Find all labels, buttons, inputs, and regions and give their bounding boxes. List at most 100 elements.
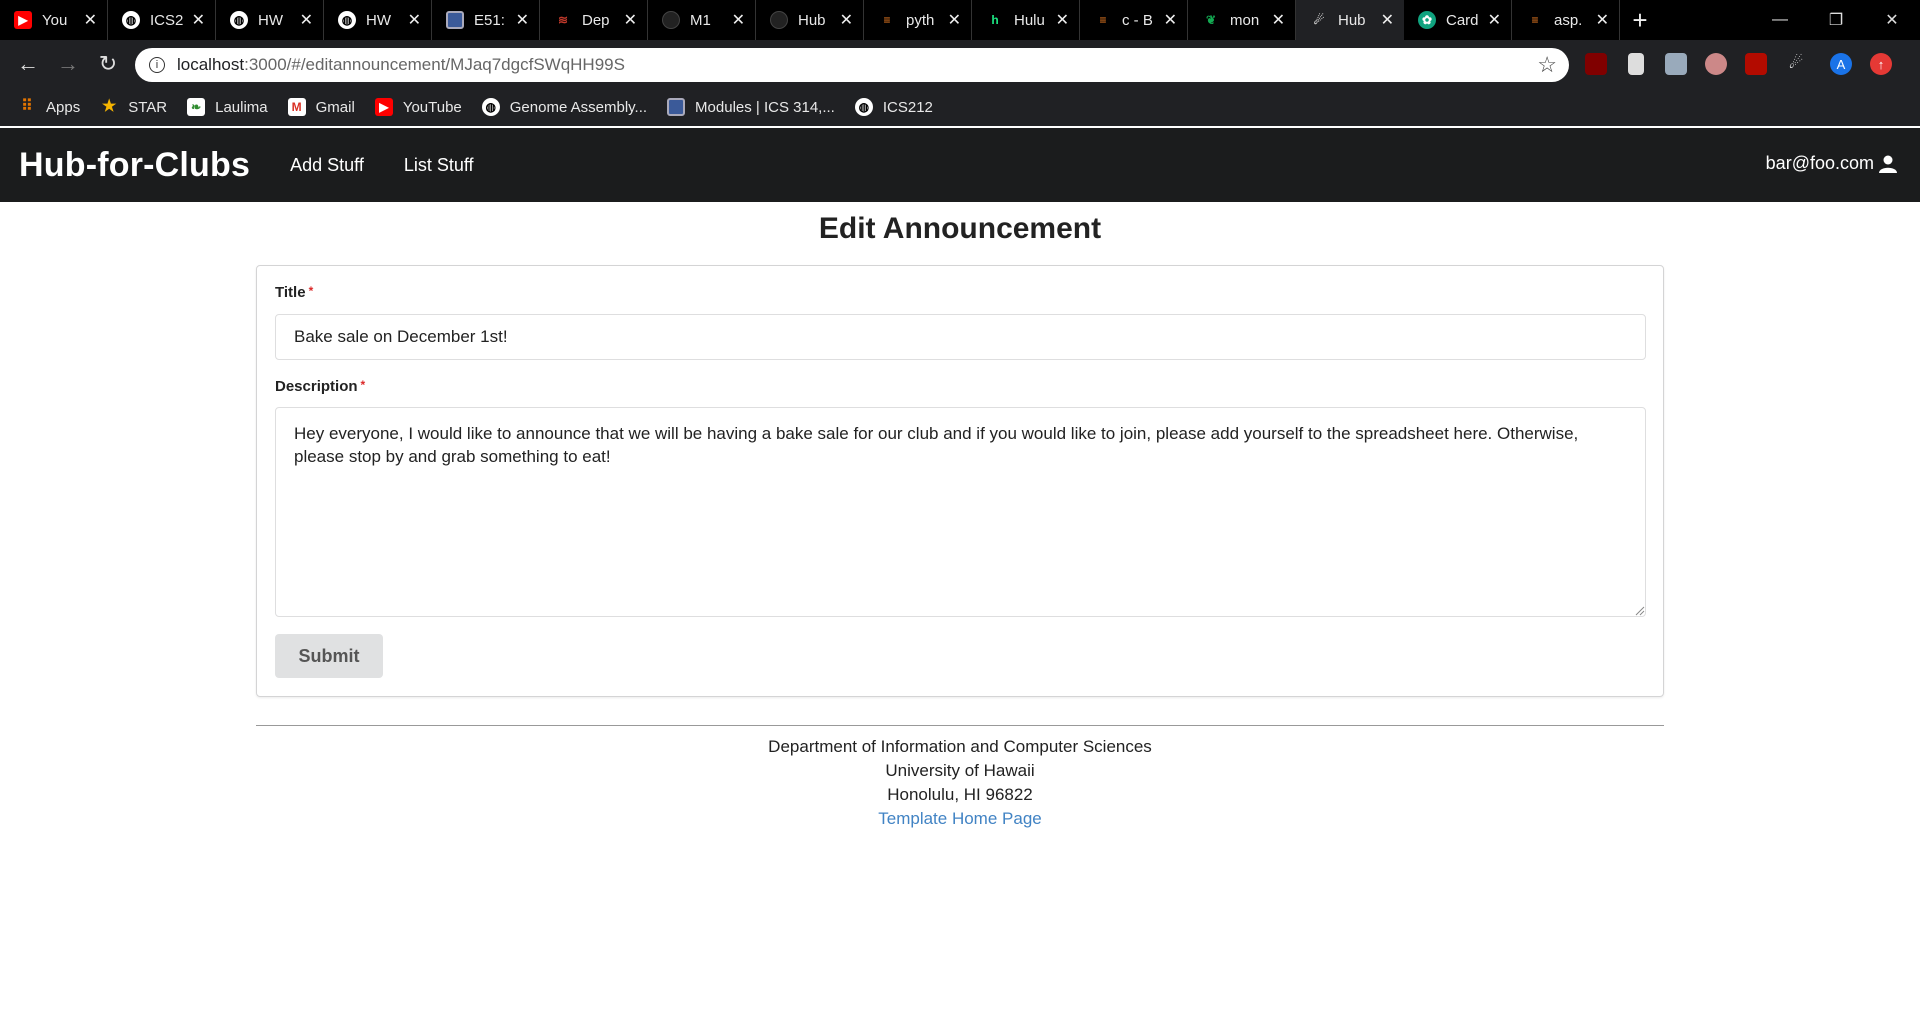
bookmark-ics212[interactable]: ◍ ICS212 (854, 98, 933, 116)
reload-button[interactable]: ↻ (94, 50, 122, 78)
close-icon[interactable]: ✕ (1596, 10, 1609, 30)
app-navbar: Hub-for-Clubs Add Stuff List Stuff bar@f… (0, 128, 1920, 202)
reload-icon: ↻ (98, 51, 118, 76)
arrow-right-icon: → (57, 51, 79, 76)
title-input[interactable]: Bake sale on December 1st! (275, 314, 1646, 360)
resize-handle-icon[interactable] (1635, 606, 1645, 616)
pdf-icon[interactable] (1745, 53, 1767, 75)
plus-icon: + (1632, 4, 1648, 35)
footer-department: Department of Information and Computer S… (768, 737, 1152, 756)
screenshot-icon[interactable] (1665, 53, 1687, 75)
document-icon[interactable] (1628, 53, 1644, 75)
browser-tab[interactable]: Hub ✕ (756, 0, 864, 40)
bookmark-genome-assembly[interactable]: ◍ Genome Assembly... (481, 98, 647, 116)
youtube-icon: ▶ (14, 11, 32, 29)
page-title: Edit Announcement (818, 212, 1102, 245)
address-bar[interactable]: i localhost:3000/#/editannouncement/MJaq… (135, 48, 1569, 82)
footer: Department of Information and Computer S… (0, 735, 1920, 831)
globe-icon: ◍ (854, 98, 873, 116)
browser-tab[interactable]: ≡ pyth ✕ (864, 0, 972, 40)
bookmark-star[interactable]: ★ STAR (100, 98, 167, 116)
browser-tab[interactable]: E51: ✕ (432, 0, 540, 40)
close-icon[interactable]: ✕ (1381, 10, 1394, 30)
bookmarks-bar: ⠿ Apps ★ STAR ❧ Laulima M Gmail ▶ YouTube ◍ Ge… (0, 88, 1920, 126)
stackoverflow-icon: ≡ (1099, 13, 1107, 27)
github-icon (662, 11, 680, 29)
browser-tab[interactable]: h Hulu ✕ (972, 0, 1080, 40)
close-icon[interactable]: ✕ (192, 10, 205, 30)
browser-tab[interactable]: ◍ HW ✕ (324, 0, 432, 40)
required-marker: * (308, 284, 314, 298)
update-icon[interactable]: ↑ (1870, 53, 1892, 75)
browser-tab[interactable]: M1 ✕ (648, 0, 756, 40)
github-icon (770, 11, 788, 29)
back-button[interactable]: ← (14, 50, 42, 78)
required-marker: * (360, 378, 366, 392)
close-icon[interactable]: ✕ (516, 10, 529, 30)
description-textarea[interactable]: Hey everyone, I would like to announce t… (275, 407, 1646, 617)
nav-list-stuff[interactable]: List Stuff (404, 155, 474, 176)
close-window-icon[interactable]: ✕ (1864, 0, 1920, 40)
close-icon[interactable]: ✕ (840, 10, 853, 30)
edit-announcement-form: Title * Bake sale on December 1st! Descri… (256, 265, 1664, 697)
close-icon[interactable]: ✕ (84, 10, 97, 30)
close-icon[interactable]: ✕ (1056, 10, 1069, 30)
user-menu[interactable]: bar@foo.com (1766, 153, 1898, 174)
globe-icon: ◍ (338, 11, 356, 29)
footer-university: University of Hawaii (885, 761, 1035, 780)
bookmark-youtube[interactable]: ▶ YouTube (374, 98, 462, 116)
close-icon[interactable]: ✕ (948, 10, 961, 30)
browser-tab[interactable]: ◍ HW ✕ (216, 0, 324, 40)
browser-tab-active[interactable]: ☄ Hub ✕ (1296, 0, 1404, 40)
description-label: Description * (275, 378, 366, 395)
extension-icon[interactable] (1705, 53, 1727, 75)
forward-button[interactable]: → (54, 50, 82, 78)
restore-icon[interactable]: ❐ (1808, 0, 1864, 40)
info-icon[interactable]: i (149, 57, 165, 73)
browser-tab[interactable]: ◍ ICS2 ✕ (108, 0, 216, 40)
bookmark-gmail[interactable]: M Gmail (287, 98, 355, 116)
browser-tab[interactable]: ≡ c - B ✕ (1080, 0, 1188, 40)
close-icon[interactable]: ✕ (300, 10, 313, 30)
ublock-icon[interactable] (1585, 53, 1607, 75)
brand-logo[interactable]: Hub-for-Clubs (19, 146, 250, 185)
browser-tab[interactable]: ≡ asp. ✕ (1512, 0, 1620, 40)
new-tab-button[interactable]: + (1620, 0, 1660, 40)
close-icon[interactable]: ✕ (624, 10, 637, 30)
mongodb-icon: ❦ (1205, 13, 1217, 27)
bookmark-apps[interactable]: ⠿ Apps (18, 98, 80, 116)
bookmark-star-icon[interactable]: ☆ (1537, 52, 1557, 78)
browser-toolbar: ← → ↻ i localhost:3000/#/editannouncemen… (0, 40, 1920, 88)
title-label: Title * (275, 284, 314, 301)
globe-icon: ◍ (122, 11, 140, 29)
close-icon[interactable]: ✕ (1488, 10, 1501, 30)
nav-add-stuff[interactable]: Add Stuff (290, 155, 364, 176)
user-icon (1879, 155, 1897, 173)
browser-tab[interactable]: ✿ Card ✕ (1404, 0, 1512, 40)
close-icon[interactable]: ✕ (408, 10, 421, 30)
profile-avatar[interactable]: A (1830, 53, 1852, 75)
square-icon (446, 11, 464, 29)
star-logo-icon: ★ (102, 98, 117, 115)
submit-button[interactable]: Submit (275, 634, 383, 678)
laulima-icon: ❧ (187, 98, 206, 116)
browser-tab[interactable]: ❦ mon ✕ (1188, 0, 1296, 40)
minimize-icon[interactable]: — (1752, 0, 1808, 40)
bookmark-laulima[interactable]: ❧ Laulima (187, 98, 268, 116)
close-icon[interactable]: ✕ (1164, 10, 1177, 30)
stackoverflow-icon: ≡ (883, 13, 891, 27)
arrow-left-icon: ← (17, 51, 39, 76)
bookmark-modules[interactable]: Modules | ICS 314,... (667, 98, 835, 116)
browser-tab-strip: ▶ You ✕ ◍ ICS2 ✕ ◍ HW ✕ ◍ HW ✕ E51: ✕ ≋ Dep ✕ M1 ✕ H… (0, 0, 1920, 40)
globe-icon: ◍ (230, 11, 248, 29)
close-icon[interactable]: ✕ (732, 10, 745, 30)
meteor-devtools-icon[interactable]: ☄ (1785, 53, 1807, 75)
close-icon[interactable]: ✕ (1272, 10, 1285, 30)
footer-address: Honolulu, HI 96822 (887, 785, 1033, 804)
url-text: localhost:3000/#/editannouncement/MJaq7d… (177, 55, 625, 74)
deploy-icon: ≋ (557, 13, 569, 27)
gmail-icon: M (287, 98, 306, 116)
template-home-link[interactable]: Template Home Page (0, 807, 1920, 831)
browser-tab[interactable]: ≋ Dep ✕ (540, 0, 648, 40)
browser-tab[interactable]: ▶ You ✕ (0, 0, 108, 40)
